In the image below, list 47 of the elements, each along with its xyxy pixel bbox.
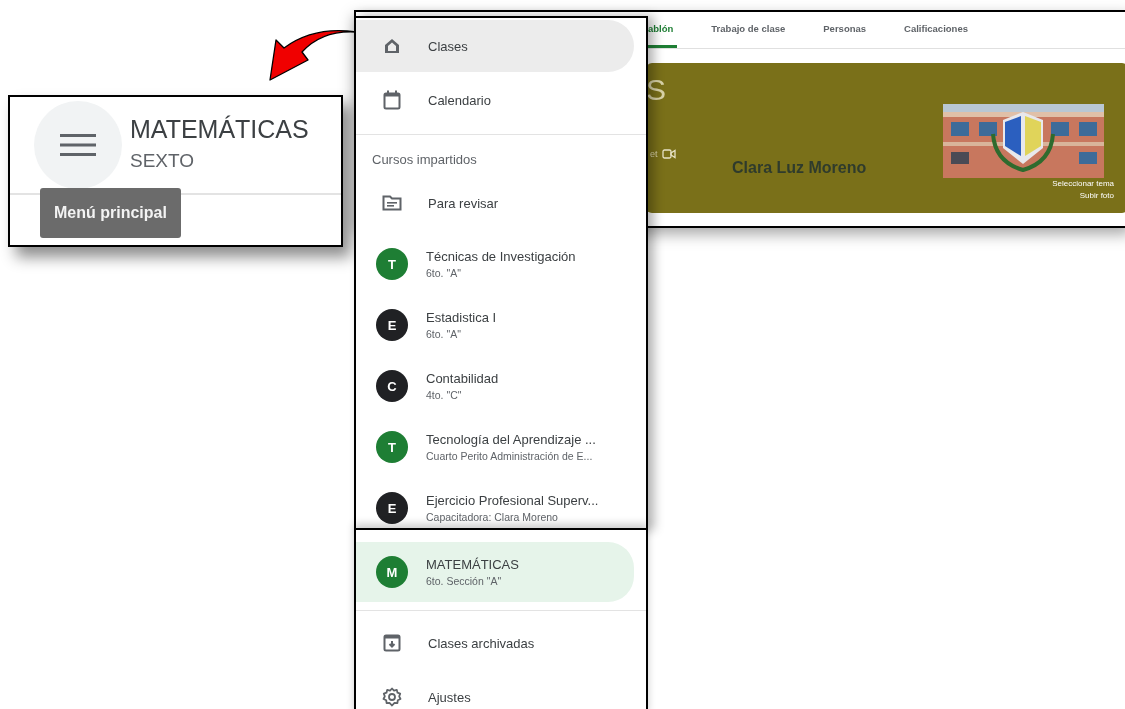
course-item[interactable]: E Ejercicio Profesional Superv... Capacitadora: Clara Moreno: [356, 482, 634, 530]
calendar-icon: [383, 90, 401, 110]
class-title: S: [646, 73, 666, 107]
course-item[interactable]: T Técnicas de Investigación 6to. "A": [356, 238, 634, 290]
course-name: Contabilidad: [426, 371, 499, 386]
settings-icon: [382, 687, 402, 707]
course-item[interactable]: C Contabilidad 4to. "C": [356, 360, 634, 412]
course-item[interactable]: M MATEMÁTICAS 6to. Sección "A": [356, 542, 634, 602]
home-icon: [383, 37, 401, 55]
archive-icon: [383, 634, 401, 652]
video-camera-icon[interactable]: [661, 149, 676, 159]
teacher-name: Clara Luz Moreno: [732, 159, 867, 177]
course-section: Cuarto Perito Administración de E...: [426, 450, 596, 462]
tab[interactable]: Calificaciones: [900, 12, 972, 48]
course-avatar: C: [376, 370, 408, 402]
menu-icon: [60, 134, 96, 156]
course-section: Capacitadora: Clara Moreno: [426, 511, 599, 523]
course-avatar: M: [376, 556, 408, 588]
class-title: MATEMÁTICAS: [130, 115, 309, 144]
nav-item[interactable]: Calendario: [356, 74, 634, 126]
section-heading: Cursos impartidos: [371, 151, 478, 169]
course-name: Estadistica I: [426, 310, 497, 325]
course-section: 6to. "A": [426, 328, 497, 340]
course-avatar: T: [376, 431, 408, 463]
tooltip: Menú principal: [40, 188, 181, 238]
banner-link[interactable]: Seleccionar tema: [1052, 179, 1114, 188]
nav-item[interactable]: Ajustes: [356, 671, 634, 709]
course-item[interactable]: E Estadistica I 6to. "A": [356, 299, 634, 351]
course-section: 4to. "C": [426, 389, 499, 401]
tab[interactable]: Trabajo de clase: [707, 12, 790, 48]
nav-item[interactable]: Para revisar: [356, 177, 634, 229]
class-subtitle: SEXTO: [130, 150, 196, 172]
course-avatar: E: [376, 492, 408, 524]
tab[interactable]: Personas: [819, 12, 871, 48]
course-name: MATEMÁTICAS: [426, 557, 519, 572]
course-section: 6to. "A": [426, 267, 576, 279]
course-name: Técnicas de Investigación: [426, 249, 576, 264]
course-avatar: E: [376, 309, 408, 341]
course-item[interactable]: T Tecnología del Aprendizaje ... Cuarto Perito Administración de E...: [356, 421, 634, 473]
course-avatar: T: [376, 248, 408, 280]
folder-icon: [382, 195, 402, 211]
nav-item[interactable]: Clases: [356, 20, 634, 72]
banner-link[interactable]: Subir foto: [1079, 191, 1114, 200]
nav-item[interactable]: Clases archivadas: [356, 617, 634, 669]
course-name: Ejercicio Profesional Superv...: [426, 493, 599, 508]
course-section: 6to. Sección "A": [426, 575, 519, 587]
course-name: Tecnología del Aprendizaje ...: [426, 432, 596, 447]
